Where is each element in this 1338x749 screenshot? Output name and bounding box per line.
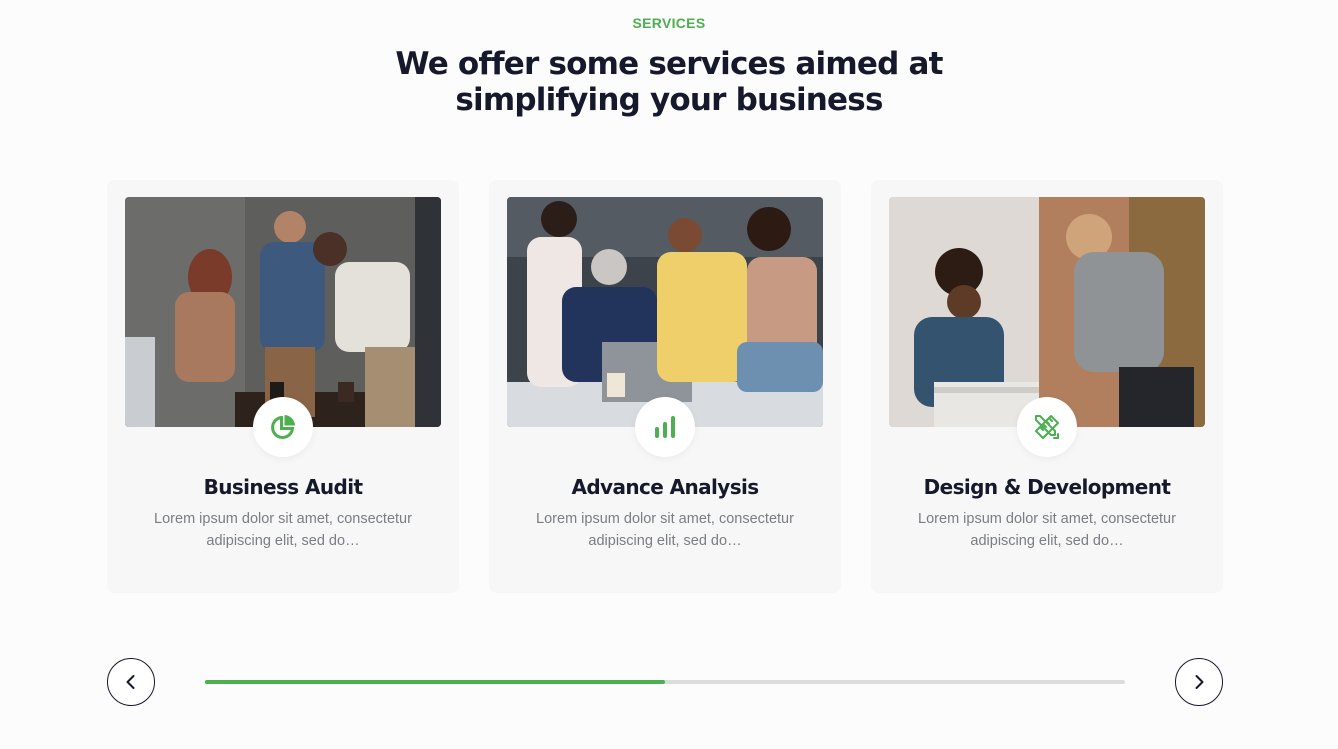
bar-chart-icon (655, 416, 675, 438)
card-description-line-1: Lorem ipsum dolor sit amet, consectetur (154, 511, 412, 527)
pie-chart-icon-badge (253, 397, 313, 457)
card-title: Design & Development (923, 475, 1171, 499)
chevron-right-icon (1195, 675, 1204, 689)
bar-chart-icon-badge (635, 397, 695, 457)
services-carousel: Business Audit Lorem ipsum dolor sit ame… (107, 180, 1223, 593)
card-description-line-2: adipiscing elit, sed do… (206, 533, 360, 549)
card-title: Advance Analysis (571, 475, 759, 499)
card-description: Lorem ipsum dolor sit amet, consectetur … (897, 508, 1197, 552)
carousel-prev-button[interactable] (107, 658, 155, 706)
carousel-progress-track[interactable] (205, 680, 1125, 684)
pie-chart-icon (271, 415, 295, 439)
card-title: Business Audit (203, 475, 363, 499)
service-card-advance-analysis[interactable]: Advance Analysis Lorem ipsum dolor sit a… (489, 180, 841, 593)
card-description-line-1: Lorem ipsum dolor sit amet, consectetur (536, 511, 794, 527)
carousel-progress-fill (205, 680, 665, 684)
card-description-line-1: Lorem ipsum dolor sit amet, consectetur (918, 511, 1176, 527)
card-description-line-2: adipiscing elit, sed do… (588, 533, 742, 549)
card-description: Lorem ipsum dolor sit amet, consectetur … (515, 508, 815, 552)
services-section: SERVICES We offer some services aimed at… (0, 0, 1338, 749)
section-eyebrow: SERVICES (632, 15, 706, 31)
service-card-business-audit[interactable]: Business Audit Lorem ipsum dolor sit ame… (107, 180, 459, 593)
pencil-ruler-icon (1035, 415, 1059, 439)
section-heading: We offer some services aimed at simplify… (0, 46, 1338, 118)
colleagues-desk-photo (889, 197, 1205, 427)
pencil-ruler-icon-badge (1017, 397, 1077, 457)
section-heading-line-2: simplifying your business (455, 82, 883, 118)
service-photo-advance-analysis (507, 197, 823, 427)
team-meeting-photo (125, 197, 441, 427)
carousel-next-button[interactable] (1175, 658, 1223, 706)
service-photo-design-development (889, 197, 1205, 427)
service-photo-business-audit (125, 197, 441, 427)
team-laptop-photo (507, 197, 823, 427)
card-description: Lorem ipsum dolor sit amet, consectetur … (133, 508, 433, 552)
card-description-line-2: adipiscing elit, sed do… (970, 533, 1124, 549)
service-card-design-development[interactable]: Design & Development Lorem ipsum dolor s… (871, 180, 1223, 593)
section-heading-line-1: We offer some services aimed at (395, 46, 943, 82)
chevron-left-icon (126, 675, 135, 689)
